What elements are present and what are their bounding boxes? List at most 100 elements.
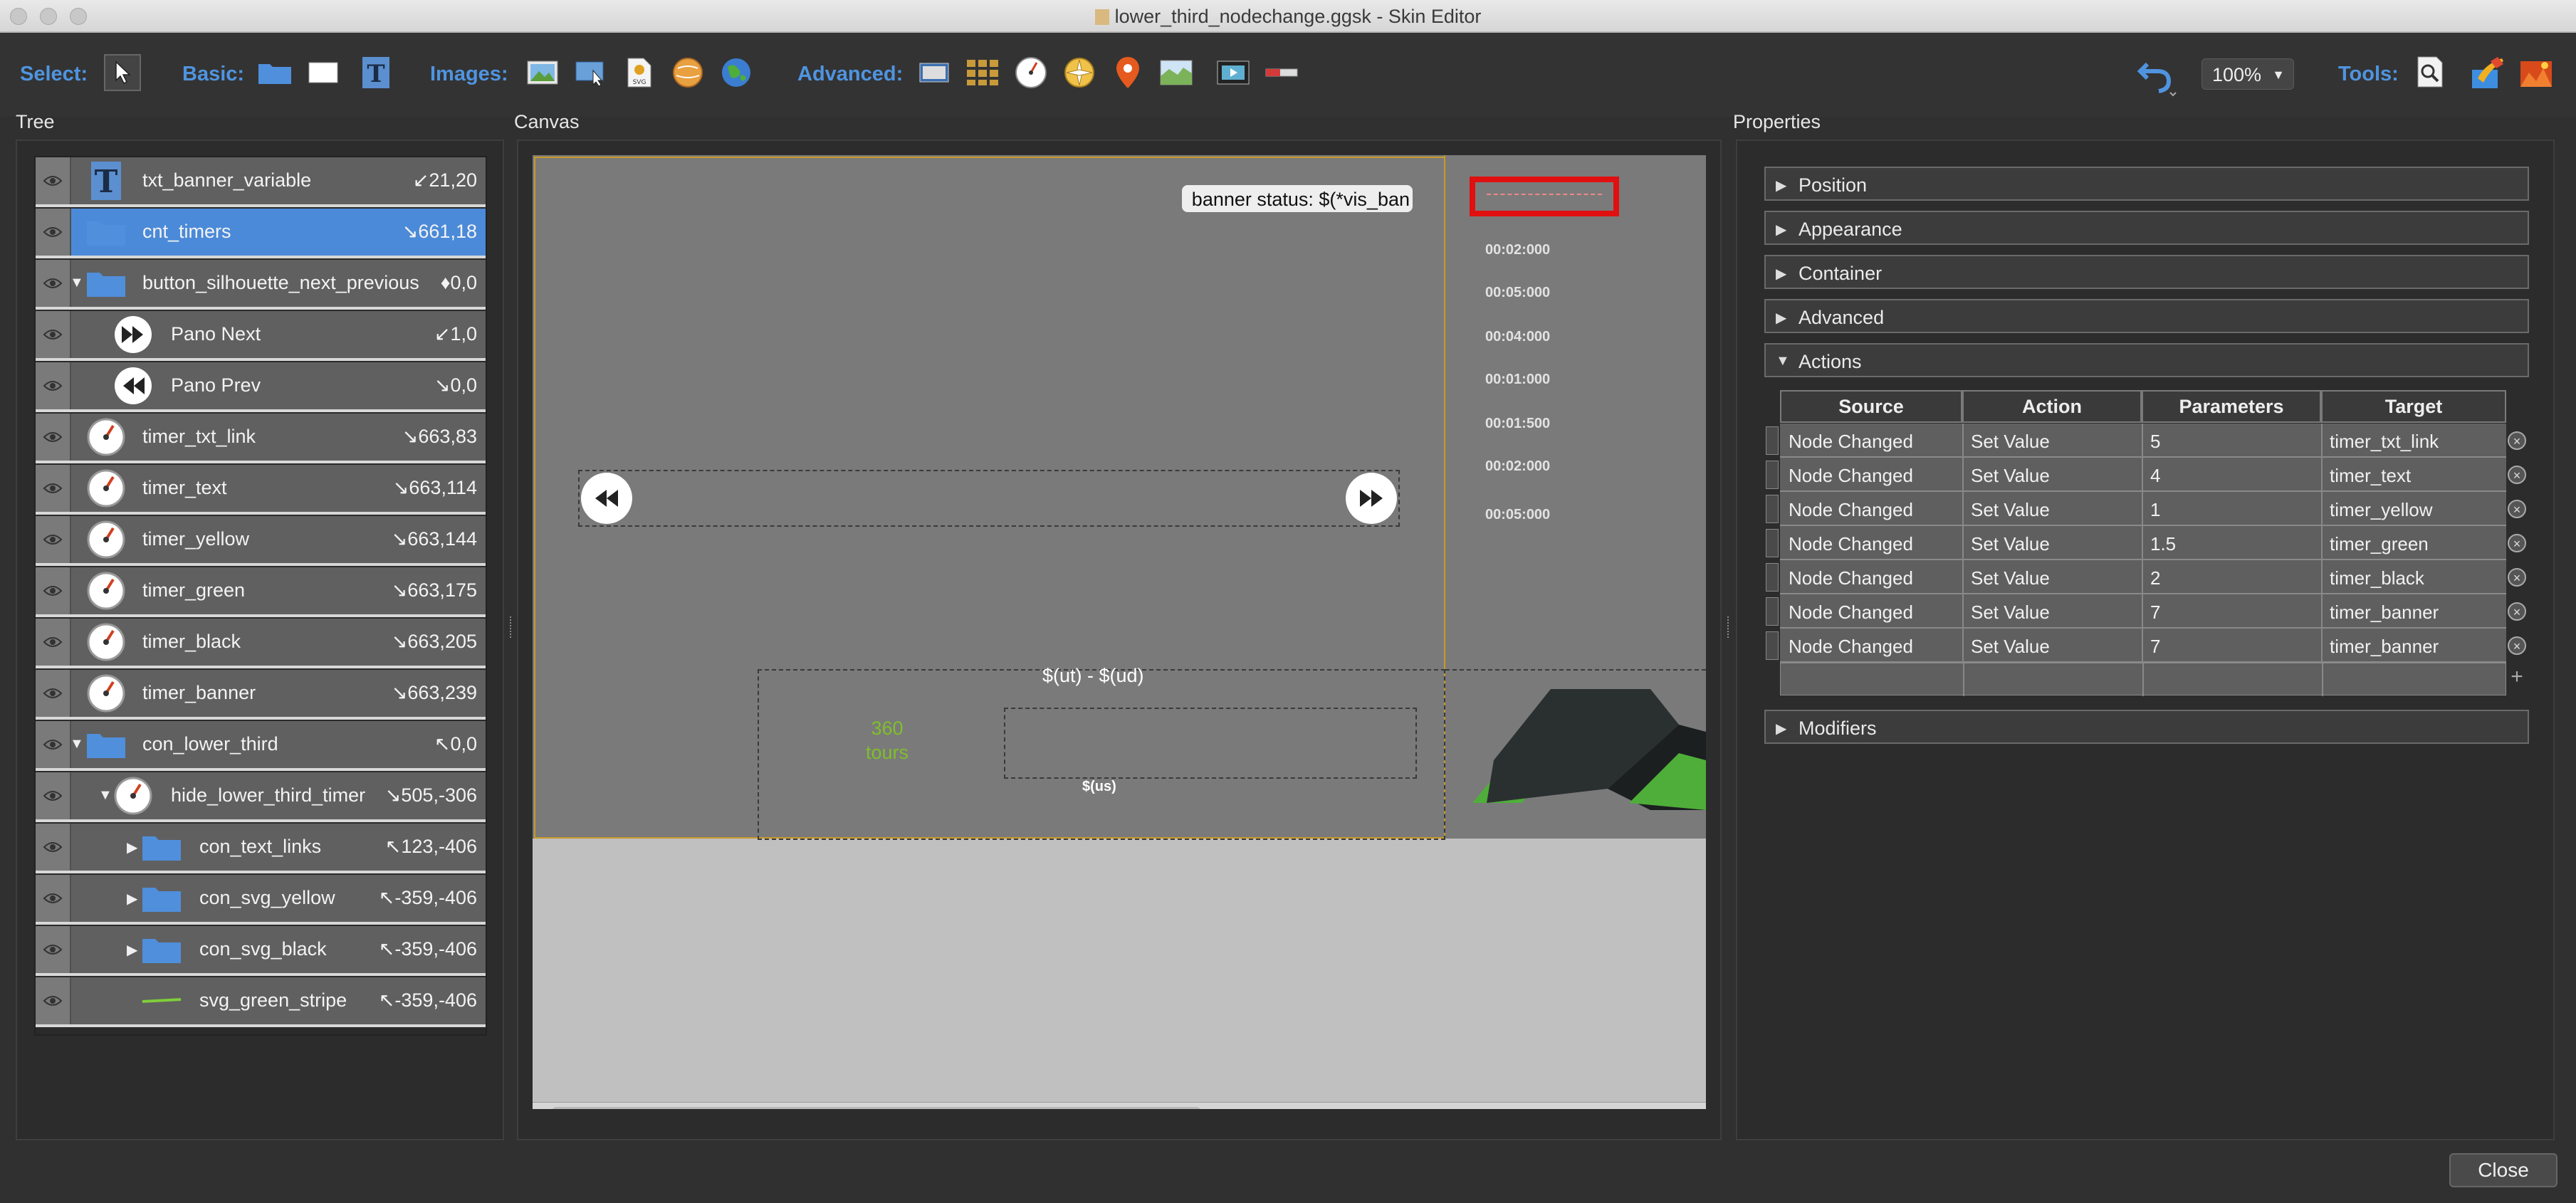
- visibility-eye-icon[interactable]: [36, 619, 71, 666]
- tree-row[interactable]: cnt_timers ↘661,18: [36, 209, 486, 258]
- actions-column-header[interactable]: Target: [2321, 390, 2506, 423]
- action-target[interactable]: timer_banner: [2330, 636, 2439, 658]
- timer-text[interactable]: 00:05:000: [1485, 285, 1550, 301]
- drag-handle-icon[interactable]: [1766, 461, 1779, 489]
- cloudmap-globe-icon[interactable]: [718, 54, 755, 91]
- rectangle-icon[interactable]: [305, 54, 342, 91]
- action-target[interactable]: timer_yellow: [2330, 499, 2433, 521]
- tree-row[interactable]: timer_text ↘663,114: [36, 465, 486, 515]
- canvas-area[interactable]: banner status: $(*vis_ban $(ut) - $(ud) …: [533, 155, 1706, 1109]
- tree-splitter-handle[interactable]: [510, 616, 515, 638]
- actions-column-header[interactable]: Parameters: [2142, 390, 2321, 423]
- visibility-eye-icon[interactable]: [36, 311, 71, 358]
- visibility-eye-icon[interactable]: [36, 157, 71, 204]
- action-parameter[interactable]: 1.5: [2150, 533, 2176, 555]
- scrollbar-thumb[interactable]: [551, 1107, 1202, 1109]
- action-type[interactable]: Set Value: [1971, 602, 2050, 624]
- delete-action-icon[interactable]: ×: [2508, 431, 2526, 450]
- scroll-right-arrow-icon[interactable]: ▶: [1695, 1105, 1703, 1109]
- text-links-box[interactable]: [1004, 708, 1417, 779]
- action-parameter[interactable]: 7: [2150, 636, 2160, 658]
- action-parameter[interactable]: 5: [2150, 431, 2160, 453]
- action-type[interactable]: Set Value: [1971, 567, 2050, 589]
- tree-row[interactable]: ▶ con_svg_black ↖-359,-406: [36, 926, 486, 976]
- video-icon[interactable]: [1215, 54, 1252, 91]
- properties-splitter-handle[interactable]: [1727, 616, 1733, 638]
- action-source[interactable]: Node Changed: [1789, 602, 1913, 624]
- action-row[interactable]: Node Changed Set Value 1.5 timer_green: [1780, 526, 2506, 560]
- visibility-eye-icon[interactable]: [36, 414, 71, 461]
- visibility-eye-icon[interactable]: [36, 362, 71, 409]
- image-button-icon[interactable]: [572, 54, 609, 91]
- delete-action-icon[interactable]: ×: [2508, 636, 2526, 655]
- action-source[interactable]: Node Changed: [1789, 431, 1913, 453]
- map-icon[interactable]: [1158, 54, 1195, 91]
- action-parameter[interactable]: 7: [2150, 602, 2160, 624]
- grid-cloner-icon[interactable]: [964, 54, 1001, 91]
- property-section-advanced[interactable]: ▶ Advanced: [1764, 299, 2529, 333]
- action-type[interactable]: Set Value: [1971, 499, 2050, 521]
- skin-tool-icon[interactable]: [2518, 54, 2555, 91]
- drag-handle-icon[interactable]: [1766, 563, 1779, 592]
- action-type[interactable]: Set Value: [1971, 636, 2050, 658]
- drag-handle-icon[interactable]: [1766, 631, 1779, 660]
- visibility-eye-icon[interactable]: [36, 926, 71, 973]
- visibility-eye-icon[interactable]: [36, 209, 71, 256]
- action-row[interactable]: Node Changed Set Value 2 timer_black: [1780, 560, 2506, 594]
- tree-row[interactable]: Pano Prev ↘0,0: [36, 362, 486, 412]
- timer-text[interactable]: 00:05:000: [1485, 507, 1550, 523]
- visibility-eye-icon[interactable]: [36, 567, 71, 614]
- pano-next-button[interactable]: [1346, 473, 1397, 524]
- visibility-eye-icon[interactable]: [36, 977, 71, 1024]
- svg-icon[interactable]: SVG: [621, 54, 658, 91]
- timer-text[interactable]: 00:01:000: [1485, 372, 1550, 388]
- scroll-left-arrow-icon[interactable]: ◀: [535, 1105, 544, 1109]
- action-target[interactable]: timer_text: [2330, 465, 2411, 487]
- visibility-eye-icon[interactable]: [36, 670, 71, 717]
- action-row[interactable]: Node Changed Set Value 1 timer_yellow: [1780, 492, 2506, 526]
- undo-icon[interactable]: [2136, 54, 2179, 97]
- action-type[interactable]: Set Value: [1971, 465, 2050, 487]
- action-parameter[interactable]: 2: [2150, 567, 2160, 589]
- pano-prev-button[interactable]: [581, 473, 632, 524]
- canvas-horizontal-scrollbar[interactable]: ◀ ▶: [533, 1102, 1706, 1109]
- property-section-actions[interactable]: ▼ Actions: [1764, 343, 2529, 377]
- container-folder-icon[interactable]: [256, 54, 293, 91]
- timer-text[interactable]: 00:04:000: [1485, 329, 1550, 345]
- tree-row[interactable]: timer_banner ↘663,239: [36, 670, 486, 720]
- image-icon[interactable]: [524, 54, 561, 91]
- tree-row[interactable]: ▼ con_lower_third ↖0,0: [36, 721, 486, 771]
- property-section-position[interactable]: ▶ Position: [1764, 167, 2529, 201]
- add-action-row[interactable]: [1780, 663, 2506, 696]
- delete-action-icon[interactable]: ×: [2508, 568, 2526, 587]
- visibility-eye-icon[interactable]: [36, 465, 71, 512]
- selected-element-highlight[interactable]: [1470, 177, 1619, 216]
- cloner-icon[interactable]: [916, 54, 953, 91]
- drag-handle-icon[interactable]: [1766, 426, 1779, 455]
- button-silhouette-container[interactable]: [578, 470, 1400, 527]
- drag-handle-icon[interactable]: [1766, 529, 1779, 557]
- action-row[interactable]: Node Changed Set Value 4 timer_text: [1780, 458, 2506, 492]
- actions-column-header[interactable]: Source: [1780, 390, 1962, 423]
- timer-text[interactable]: 00:02:000: [1485, 458, 1550, 475]
- collapse-triangle-icon[interactable]: ▼: [70, 736, 87, 753]
- action-parameter[interactable]: 1: [2150, 499, 2160, 521]
- action-row[interactable]: Node Changed Set Value 5 timer_txt_link: [1780, 424, 2506, 458]
- action-source[interactable]: Node Changed: [1789, 465, 1913, 487]
- visibility-eye-icon[interactable]: [36, 772, 71, 819]
- action-target[interactable]: timer_black: [2330, 567, 2424, 589]
- banner-status-text[interactable]: banner status: $(*vis_ban: [1182, 185, 1413, 212]
- delete-action-icon[interactable]: ×: [2508, 466, 2526, 484]
- compass-icon[interactable]: [1061, 54, 1098, 91]
- property-section-appearance[interactable]: ▶ Appearance: [1764, 211, 2529, 245]
- delete-action-icon[interactable]: ×: [2508, 500, 2526, 518]
- action-target[interactable]: timer_banner: [2330, 602, 2439, 624]
- timer-text[interactable]: 00:01:500: [1485, 416, 1550, 432]
- action-source[interactable]: Node Changed: [1789, 499, 1913, 521]
- close-button[interactable]: Close: [2449, 1153, 2557, 1187]
- action-target[interactable]: timer_txt_link: [2330, 431, 2439, 453]
- drag-handle-icon[interactable]: [1766, 495, 1779, 523]
- action-row[interactable]: Node Changed Set Value 7 timer_banner: [1780, 629, 2506, 663]
- tree-row[interactable]: Pano Next ↙1,0: [36, 311, 486, 361]
- text-icon[interactable]: T: [357, 54, 394, 91]
